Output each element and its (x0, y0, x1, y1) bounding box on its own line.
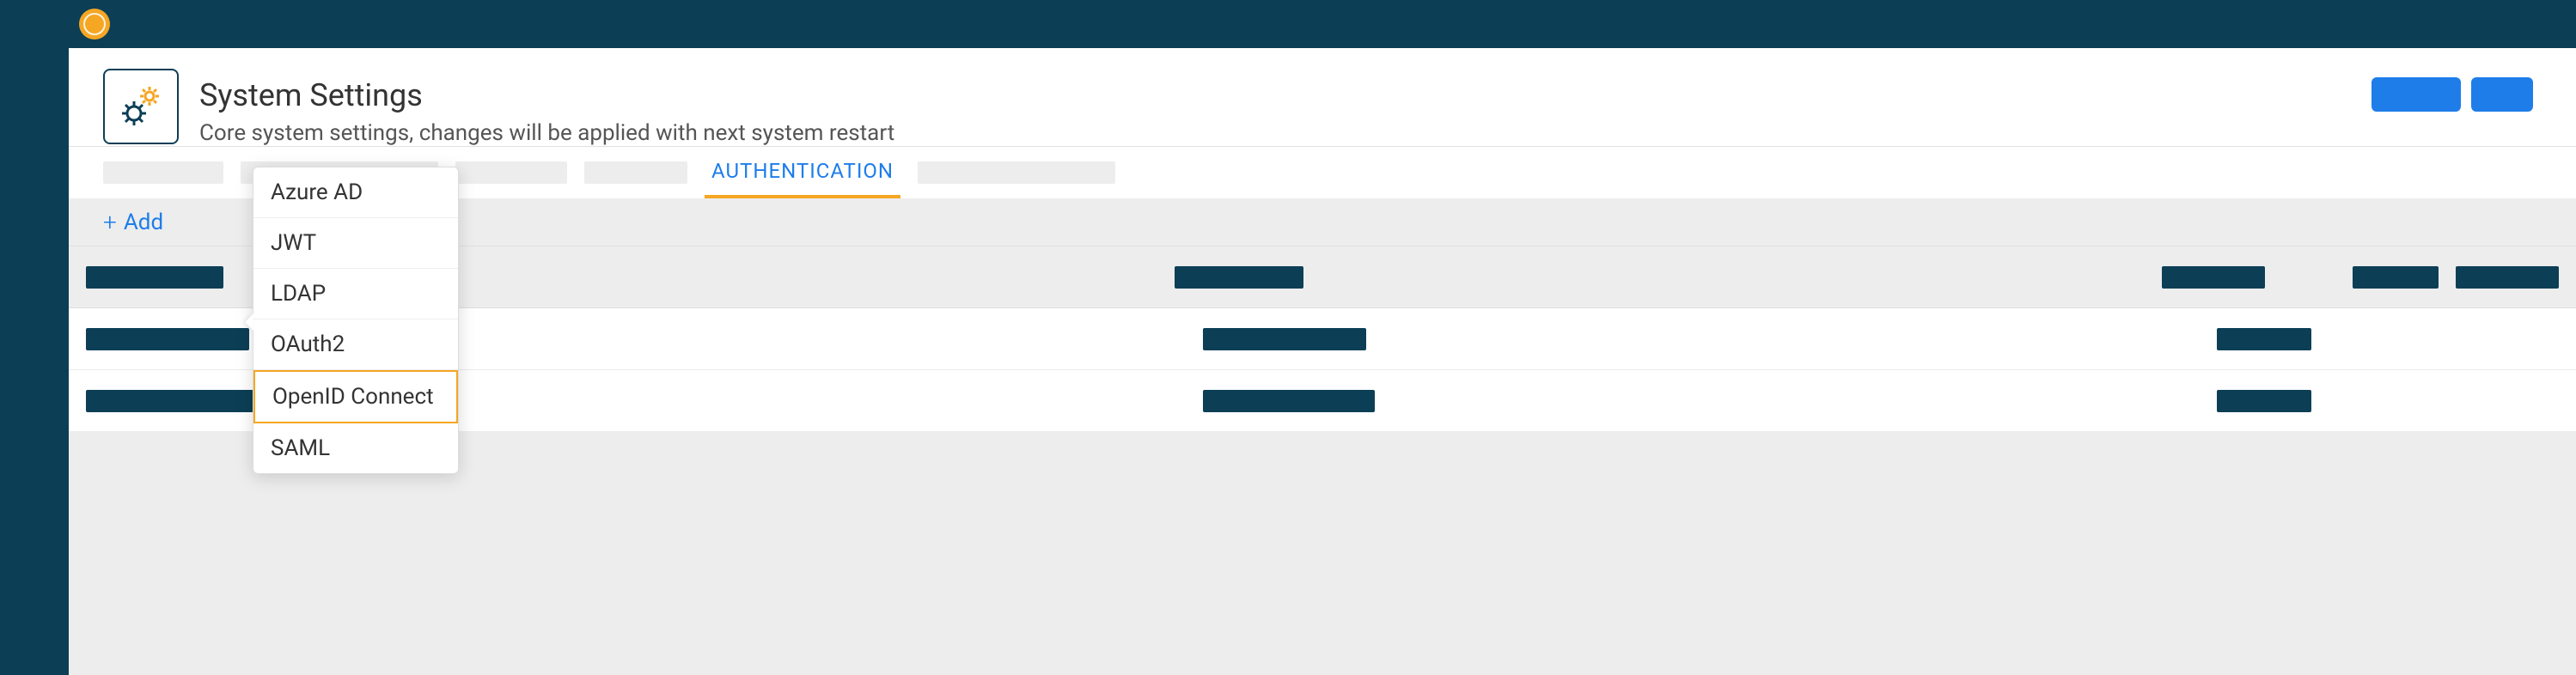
add-button-label: Add (124, 210, 163, 235)
dropdown-item-label: SAML (271, 435, 330, 461)
cell-value (1203, 390, 1375, 412)
header-action-primary[interactable] (2372, 77, 2461, 112)
dropdown-item-label: LDAP (271, 281, 326, 307)
dropdown-item-label: OpenID Connect (272, 384, 434, 410)
page-title: System Settings (199, 77, 894, 113)
page-subtitle: Core system settings, changes will be ap… (199, 120, 894, 146)
page-icon-box (103, 69, 179, 144)
top-bar (0, 0, 2576, 48)
tab-placeholder[interactable] (103, 161, 223, 184)
dropdown-item-label: Azure AD (271, 179, 363, 205)
gears-icon (115, 81, 167, 132)
dropdown-item-label: OAuth2 (271, 331, 345, 357)
tab-placeholder[interactable] (918, 161, 1115, 184)
dropdown-item-ldap[interactable]: LDAP (253, 269, 458, 319)
tab-authentication[interactable]: AUTHENTICATION (705, 147, 900, 198)
col-header (2162, 266, 2265, 289)
tab-placeholder[interactable] (455, 161, 567, 184)
header-action-secondary[interactable] (2471, 77, 2533, 112)
dropdown-item-openid-connect[interactable]: OpenID Connect (253, 370, 458, 423)
cell-value (2217, 390, 2311, 412)
dropdown-item-oauth2[interactable]: OAuth2 (253, 319, 458, 370)
logo-ring-icon (83, 13, 106, 35)
page-header: System Settings Core system settings, ch… (69, 48, 2576, 147)
col-header (2353, 266, 2439, 289)
dropdown-item-jwt[interactable]: JWT (253, 218, 458, 269)
tab-label: AUTHENTICATION (711, 159, 894, 183)
cell-value (86, 390, 266, 412)
dropdown-item-label: JWT (271, 230, 316, 256)
col-header (1175, 266, 1303, 289)
add-auth-dropdown: Azure AD JWT LDAP OAuth2 OpenID Connect … (253, 167, 459, 474)
cell-value (2217, 328, 2311, 350)
add-button[interactable]: + Add (103, 208, 163, 236)
tab-placeholder[interactable] (584, 161, 687, 184)
dropdown-item-azure-ad[interactable]: Azure AD (253, 167, 458, 218)
plus-icon: + (103, 208, 117, 236)
header-actions (2372, 69, 2542, 112)
cell-value (86, 328, 249, 350)
cell-value (1203, 328, 1366, 350)
header-text: System Settings Core system settings, ch… (199, 69, 894, 146)
col-header (86, 266, 223, 289)
brand-logo[interactable] (79, 9, 110, 40)
col-header (2456, 266, 2559, 289)
dropdown-item-saml[interactable]: SAML (253, 423, 458, 473)
